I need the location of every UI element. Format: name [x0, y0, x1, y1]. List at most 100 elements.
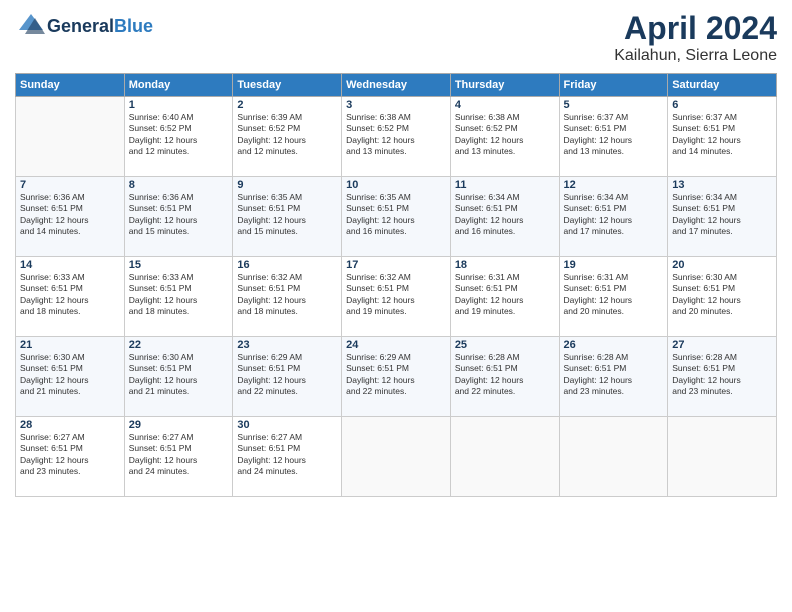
title-section: April 2024 Kailahun, Sierra Leone — [614, 10, 777, 65]
calendar-cell: 27Sunrise: 6:28 AMSunset: 6:51 PMDayligh… — [668, 337, 777, 417]
day-info: Sunrise: 6:27 AMSunset: 6:51 PMDaylight:… — [20, 432, 120, 478]
col-wednesday: Wednesday — [342, 74, 451, 97]
day-number: 18 — [455, 259, 555, 271]
location-title: Kailahun, Sierra Leone — [614, 47, 777, 65]
day-number: 20 — [672, 259, 772, 271]
logo-text: General Blue — [15, 10, 153, 42]
day-info: Sunrise: 6:38 AMSunset: 6:52 PMDaylight:… — [346, 112, 446, 158]
calendar-cell: 11Sunrise: 6:34 AMSunset: 6:51 PMDayligh… — [450, 177, 559, 257]
day-info: Sunrise: 6:32 AMSunset: 6:51 PMDaylight:… — [237, 272, 337, 318]
calendar-cell: 23Sunrise: 6:29 AMSunset: 6:51 PMDayligh… — [233, 337, 342, 417]
day-number: 25 — [455, 339, 555, 351]
day-number: 4 — [455, 99, 555, 111]
day-number: 29 — [129, 419, 229, 431]
day-info: Sunrise: 6:37 AMSunset: 6:51 PMDaylight:… — [564, 112, 664, 158]
day-info: Sunrise: 6:33 AMSunset: 6:51 PMDaylight:… — [129, 272, 229, 318]
calendar-table: Sunday Monday Tuesday Wednesday Thursday… — [15, 73, 777, 497]
calendar-cell: 16Sunrise: 6:32 AMSunset: 6:51 PMDayligh… — [233, 257, 342, 337]
col-thursday: Thursday — [450, 74, 559, 97]
calendar-cell: 24Sunrise: 6:29 AMSunset: 6:51 PMDayligh… — [342, 337, 451, 417]
day-info: Sunrise: 6:30 AMSunset: 6:51 PMDaylight:… — [20, 352, 120, 398]
day-number: 23 — [237, 339, 337, 351]
calendar-cell: 29Sunrise: 6:27 AMSunset: 6:51 PMDayligh… — [124, 417, 233, 497]
day-number: 9 — [237, 179, 337, 191]
calendar-cell: 4Sunrise: 6:38 AMSunset: 6:52 PMDaylight… — [450, 97, 559, 177]
calendar-cell: 9Sunrise: 6:35 AMSunset: 6:51 PMDaylight… — [233, 177, 342, 257]
day-info: Sunrise: 6:30 AMSunset: 6:51 PMDaylight:… — [672, 272, 772, 318]
day-info: Sunrise: 6:38 AMSunset: 6:52 PMDaylight:… — [455, 112, 555, 158]
day-number: 10 — [346, 179, 446, 191]
day-number: 16 — [237, 259, 337, 271]
day-info: Sunrise: 6:36 AMSunset: 6:51 PMDaylight:… — [20, 192, 120, 238]
calendar-cell: 5Sunrise: 6:37 AMSunset: 6:51 PMDaylight… — [559, 97, 668, 177]
calendar-cell — [342, 417, 451, 497]
day-number: 15 — [129, 259, 229, 271]
week-row-2: 14Sunrise: 6:33 AMSunset: 6:51 PMDayligh… — [16, 257, 777, 337]
day-info: Sunrise: 6:29 AMSunset: 6:51 PMDaylight:… — [237, 352, 337, 398]
calendar-cell: 20Sunrise: 6:30 AMSunset: 6:51 PMDayligh… — [668, 257, 777, 337]
day-info: Sunrise: 6:35 AMSunset: 6:51 PMDaylight:… — [237, 192, 337, 238]
day-info: Sunrise: 6:31 AMSunset: 6:51 PMDaylight:… — [564, 272, 664, 318]
day-info: Sunrise: 6:27 AMSunset: 6:51 PMDaylight:… — [129, 432, 229, 478]
calendar-cell: 30Sunrise: 6:27 AMSunset: 6:51 PMDayligh… — [233, 417, 342, 497]
day-number: 13 — [672, 179, 772, 191]
day-info: Sunrise: 6:29 AMSunset: 6:51 PMDaylight:… — [346, 352, 446, 398]
day-number: 12 — [564, 179, 664, 191]
day-info: Sunrise: 6:28 AMSunset: 6:51 PMDaylight:… — [672, 352, 772, 398]
day-info: Sunrise: 6:28 AMSunset: 6:51 PMDaylight:… — [564, 352, 664, 398]
day-info: Sunrise: 6:30 AMSunset: 6:51 PMDaylight:… — [129, 352, 229, 398]
day-number: 3 — [346, 99, 446, 111]
day-number: 14 — [20, 259, 120, 271]
month-title: April 2024 — [614, 10, 777, 47]
day-info: Sunrise: 6:33 AMSunset: 6:51 PMDaylight:… — [20, 272, 120, 318]
logo-general: General — [47, 16, 114, 37]
day-info: Sunrise: 6:35 AMSunset: 6:51 PMDaylight:… — [346, 192, 446, 238]
day-info: Sunrise: 6:39 AMSunset: 6:52 PMDaylight:… — [237, 112, 337, 158]
day-info: Sunrise: 6:32 AMSunset: 6:51 PMDaylight:… — [346, 272, 446, 318]
calendar-cell: 2Sunrise: 6:39 AMSunset: 6:52 PMDaylight… — [233, 97, 342, 177]
col-sunday: Sunday — [16, 74, 125, 97]
day-number: 1 — [129, 99, 229, 111]
day-number: 17 — [346, 259, 446, 271]
calendar-cell: 13Sunrise: 6:34 AMSunset: 6:51 PMDayligh… — [668, 177, 777, 257]
week-row-4: 28Sunrise: 6:27 AMSunset: 6:51 PMDayligh… — [16, 417, 777, 497]
week-row-0: 1Sunrise: 6:40 AMSunset: 6:52 PMDaylight… — [16, 97, 777, 177]
day-info: Sunrise: 6:40 AMSunset: 6:52 PMDaylight:… — [129, 112, 229, 158]
week-row-3: 21Sunrise: 6:30 AMSunset: 6:51 PMDayligh… — [16, 337, 777, 417]
calendar-cell — [668, 417, 777, 497]
day-number: 22 — [129, 339, 229, 351]
day-number: 5 — [564, 99, 664, 111]
calendar-cell: 8Sunrise: 6:36 AMSunset: 6:51 PMDaylight… — [124, 177, 233, 257]
day-info: Sunrise: 6:34 AMSunset: 6:51 PMDaylight:… — [455, 192, 555, 238]
logo-icon — [15, 10, 47, 42]
day-number: 24 — [346, 339, 446, 351]
day-number: 21 — [20, 339, 120, 351]
day-info: Sunrise: 6:27 AMSunset: 6:51 PMDaylight:… — [237, 432, 337, 478]
calendar-cell: 6Sunrise: 6:37 AMSunset: 6:51 PMDaylight… — [668, 97, 777, 177]
calendar-cell: 17Sunrise: 6:32 AMSunset: 6:51 PMDayligh… — [342, 257, 451, 337]
calendar-cell: 12Sunrise: 6:34 AMSunset: 6:51 PMDayligh… — [559, 177, 668, 257]
day-number: 26 — [564, 339, 664, 351]
calendar-cell: 1Sunrise: 6:40 AMSunset: 6:52 PMDaylight… — [124, 97, 233, 177]
calendar-cell: 22Sunrise: 6:30 AMSunset: 6:51 PMDayligh… — [124, 337, 233, 417]
col-friday: Friday — [559, 74, 668, 97]
calendar-cell: 3Sunrise: 6:38 AMSunset: 6:52 PMDaylight… — [342, 97, 451, 177]
day-info: Sunrise: 6:34 AMSunset: 6:51 PMDaylight:… — [564, 192, 664, 238]
day-info: Sunrise: 6:34 AMSunset: 6:51 PMDaylight:… — [672, 192, 772, 238]
day-info: Sunrise: 6:36 AMSunset: 6:51 PMDaylight:… — [129, 192, 229, 238]
calendar-cell: 21Sunrise: 6:30 AMSunset: 6:51 PMDayligh… — [16, 337, 125, 417]
calendar-cell: 19Sunrise: 6:31 AMSunset: 6:51 PMDayligh… — [559, 257, 668, 337]
day-number: 30 — [237, 419, 337, 431]
day-info: Sunrise: 6:37 AMSunset: 6:51 PMDaylight:… — [672, 112, 772, 158]
day-number: 2 — [237, 99, 337, 111]
col-tuesday: Tuesday — [233, 74, 342, 97]
day-number: 8 — [129, 179, 229, 191]
day-info: Sunrise: 6:31 AMSunset: 6:51 PMDaylight:… — [455, 272, 555, 318]
day-number: 6 — [672, 99, 772, 111]
calendar-cell — [16, 97, 125, 177]
calendar-cell: 14Sunrise: 6:33 AMSunset: 6:51 PMDayligh… — [16, 257, 125, 337]
calendar-cell: 25Sunrise: 6:28 AMSunset: 6:51 PMDayligh… — [450, 337, 559, 417]
calendar-cell: 10Sunrise: 6:35 AMSunset: 6:51 PMDayligh… — [342, 177, 451, 257]
col-saturday: Saturday — [668, 74, 777, 97]
calendar-cell — [450, 417, 559, 497]
